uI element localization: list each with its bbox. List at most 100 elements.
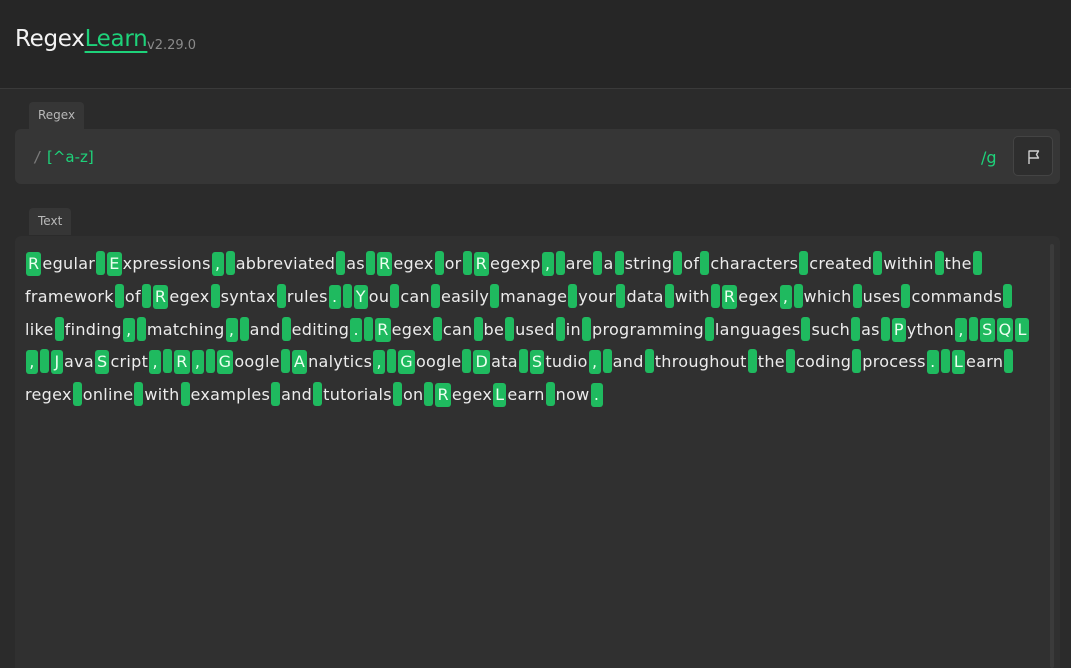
match-space bbox=[1004, 349, 1014, 374]
match-space bbox=[336, 251, 346, 275]
match-char: A bbox=[291, 350, 308, 375]
match-space bbox=[518, 349, 528, 374]
match-space bbox=[473, 316, 483, 341]
match-space bbox=[136, 316, 146, 341]
match-char: R bbox=[152, 284, 169, 309]
match-char: , bbox=[779, 284, 792, 309]
match-char: . bbox=[328, 284, 341, 309]
match-space bbox=[490, 283, 500, 308]
match-space bbox=[342, 283, 352, 308]
match-space bbox=[852, 349, 862, 374]
match-space bbox=[134, 382, 144, 407]
text-tab-label: Text bbox=[29, 208, 72, 235]
match-space bbox=[54, 316, 64, 341]
match-char: , bbox=[373, 350, 386, 375]
match-char: , bbox=[588, 350, 601, 375]
match-space bbox=[205, 349, 215, 374]
match-space bbox=[602, 349, 612, 374]
match-space bbox=[593, 251, 603, 275]
match-char: R bbox=[473, 252, 489, 276]
regex-input[interactable] bbox=[45, 147, 949, 167]
match-space bbox=[432, 316, 442, 341]
match-space bbox=[799, 251, 809, 275]
app-header: RegexLearn v2.29.0 bbox=[0, 0, 1071, 89]
match-char: G bbox=[216, 350, 234, 375]
match-char: , bbox=[225, 317, 238, 342]
match-space bbox=[424, 382, 434, 407]
match-space bbox=[239, 316, 249, 341]
match-space bbox=[96, 251, 106, 275]
match-space bbox=[276, 283, 286, 308]
text-panel: Regular Expressions, abbreviated as Rege… bbox=[15, 236, 1060, 668]
match-char: G bbox=[398, 350, 415, 375]
regex-flags[interactable]: /g bbox=[981, 148, 997, 167]
match-space bbox=[614, 251, 624, 275]
match-space bbox=[280, 349, 290, 374]
text-scrollbar[interactable] bbox=[1050, 244, 1054, 668]
match-char: L bbox=[1015, 317, 1029, 342]
match-char: . bbox=[926, 350, 939, 375]
logo-primary: Regex bbox=[15, 26, 85, 52]
match-char: R bbox=[375, 317, 391, 342]
match-space bbox=[387, 349, 397, 374]
match-space bbox=[901, 283, 911, 308]
match-space bbox=[180, 382, 190, 407]
match-char: J bbox=[51, 350, 63, 375]
match-space bbox=[880, 316, 890, 341]
match-char: R bbox=[376, 252, 393, 276]
logo-accent: Learn bbox=[84, 26, 148, 52]
match-space bbox=[313, 382, 323, 407]
match-space bbox=[271, 382, 281, 407]
flags-button[interactable] bbox=[1013, 136, 1053, 176]
match-char: , bbox=[26, 350, 38, 375]
match-char: E bbox=[107, 252, 122, 276]
match-char: , bbox=[211, 252, 224, 276]
match-space bbox=[801, 316, 811, 341]
match-space bbox=[793, 283, 803, 308]
match-space bbox=[364, 316, 374, 341]
match-char: . bbox=[590, 383, 603, 408]
match-char: R bbox=[435, 383, 451, 408]
test-text-area[interactable]: Regular Expressions, abbreviated as Rege… bbox=[25, 248, 1035, 412]
match-space bbox=[281, 316, 291, 341]
match-space bbox=[568, 283, 578, 308]
match-char: L bbox=[951, 350, 966, 375]
match-space bbox=[365, 251, 375, 275]
match-char: , bbox=[149, 350, 162, 375]
match-space bbox=[462, 349, 472, 374]
match-char: R bbox=[721, 284, 738, 309]
match-char: Q bbox=[996, 317, 1014, 342]
match-char: P bbox=[891, 317, 906, 342]
match-space bbox=[852, 283, 862, 308]
match-space bbox=[581, 316, 591, 341]
match-space bbox=[555, 316, 565, 341]
match-space bbox=[969, 316, 979, 341]
match-space bbox=[555, 251, 565, 275]
match-char: D bbox=[473, 350, 491, 375]
match-space bbox=[873, 251, 883, 275]
match-char: , bbox=[122, 317, 135, 342]
match-space bbox=[462, 251, 472, 275]
flag-icon bbox=[1028, 150, 1040, 164]
match-char: S bbox=[94, 350, 110, 375]
logo[interactable]: RegexLearn bbox=[15, 26, 148, 52]
match-char: S bbox=[529, 350, 545, 375]
match-space bbox=[390, 283, 400, 308]
match-space bbox=[616, 283, 626, 308]
match-space bbox=[940, 349, 950, 374]
match-char: , bbox=[955, 317, 968, 342]
match-space bbox=[163, 349, 173, 374]
match-space bbox=[644, 349, 654, 374]
match-space bbox=[141, 283, 151, 308]
match-space bbox=[72, 382, 82, 407]
match-space bbox=[1003, 283, 1013, 308]
match-space bbox=[785, 349, 795, 374]
match-space bbox=[673, 251, 683, 275]
version-label: v2.29.0 bbox=[147, 38, 197, 53]
regex-open-slash: / bbox=[33, 148, 43, 166]
match-space bbox=[434, 251, 444, 275]
match-space bbox=[210, 283, 220, 308]
match-space bbox=[700, 251, 710, 275]
regex-panel: / /g bbox=[15, 129, 1060, 184]
match-space bbox=[710, 283, 720, 308]
